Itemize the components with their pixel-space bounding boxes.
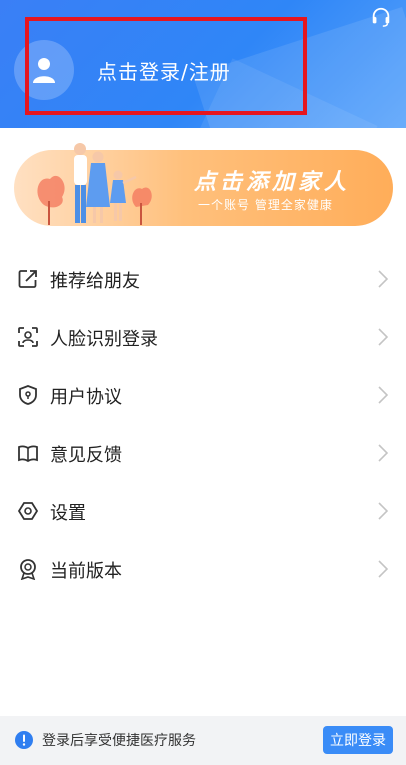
menu-item-face-login[interactable]: 人脸识别登录 [0, 308, 406, 366]
menu-item-feedback[interactable]: 意见反馈 [0, 424, 406, 482]
badge-icon [16, 557, 40, 581]
menu-item-user-agreement[interactable]: 用户协议 [0, 366, 406, 424]
add-family-banner[interactable]: 点击添加家人 一个账号 管理全家健康 [14, 143, 393, 226]
book-icon [16, 441, 40, 465]
chevron-right-icon [378, 270, 388, 288]
login-now-button[interactable]: 立即登录 [323, 726, 393, 754]
chevron-right-icon [378, 502, 388, 520]
settings-icon [16, 499, 40, 523]
menu-item-label: 当前版本 [50, 561, 122, 582]
menu-item-label: 推荐给朋友 [50, 271, 140, 292]
add-family-subtitle: 一个账号 管理全家健康 [198, 198, 333, 212]
settings-menu: 推荐给朋友 人脸识别登录 用户协议 意见反馈 设置 当前版本 [0, 250, 406, 598]
menu-item-label: 设置 [50, 503, 86, 524]
add-family-title: 点击添加家人 [194, 170, 351, 195]
menu-item-label: 用户协议 [50, 387, 122, 408]
shield-icon [16, 383, 40, 407]
login-prompt-bar: 登录后享受便捷医疗服务 立即登录 [0, 716, 406, 765]
menu-item-label: 人脸识别登录 [50, 329, 158, 350]
menu-item-settings[interactable]: 设置 [0, 482, 406, 540]
info-icon [15, 731, 33, 749]
menu-item-share[interactable]: 推荐给朋友 [0, 250, 406, 308]
menu-item-version[interactable]: 当前版本 [0, 540, 406, 598]
login-register-label[interactable]: 点击登录/注册 [97, 56, 231, 85]
profile-header: 点击登录/注册 [0, 0, 406, 128]
chevron-right-icon [378, 444, 388, 462]
share-icon [16, 267, 40, 291]
menu-item-label: 意见反馈 [50, 445, 122, 466]
face-scan-icon [16, 325, 40, 349]
chevron-right-icon [378, 328, 388, 346]
customer-service-icon[interactable] [370, 6, 392, 28]
chevron-right-icon [378, 560, 388, 578]
chevron-right-icon [378, 386, 388, 404]
family-illustration [37, 143, 152, 225]
login-prompt-text: 登录后享受便捷医疗服务 [42, 733, 196, 749]
